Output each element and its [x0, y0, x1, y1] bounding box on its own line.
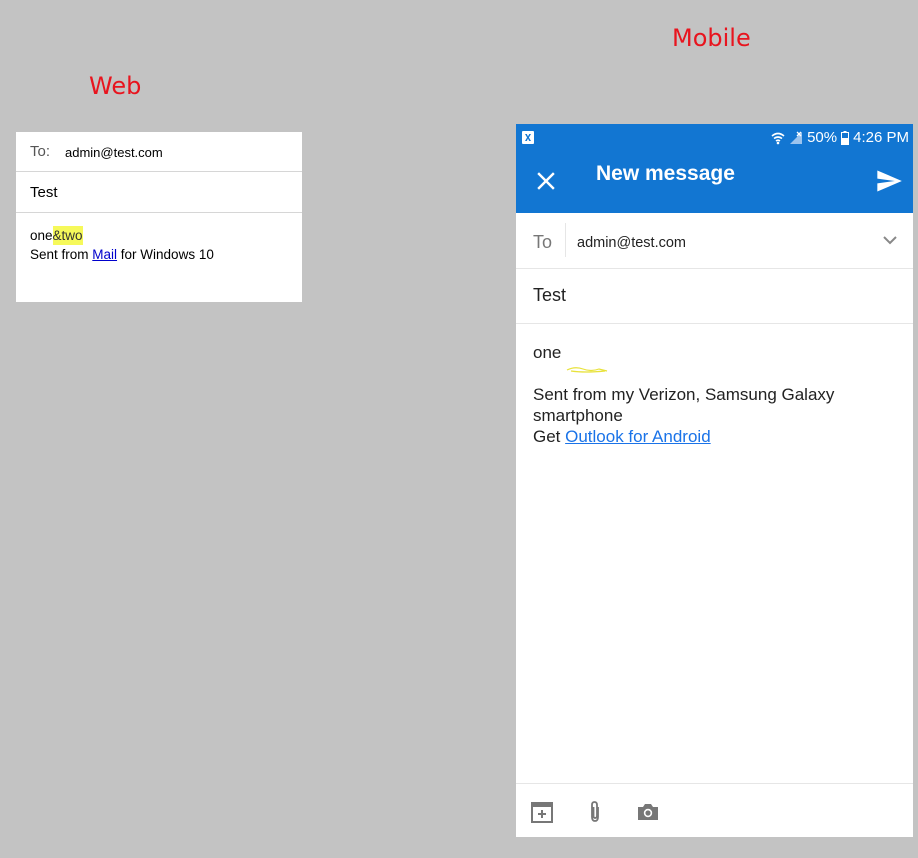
send-icon[interactable] — [875, 167, 903, 195]
camera-icon[interactable] — [636, 800, 660, 824]
signal-icon — [790, 131, 803, 144]
mobile-compose-screen: 50% 4:26 PM New message To admin@test.co… — [516, 124, 913, 837]
mobile-caption: Mobile — [672, 24, 751, 52]
web-to-recipient[interactable]: admin@test.com — [65, 145, 163, 160]
notification-icon — [522, 131, 534, 144]
get-prefix: Get — [533, 427, 566, 446]
mobile-subject-row[interactable]: Test — [516, 269, 913, 324]
status-bar: 50% 4:26 PM — [516, 124, 913, 152]
clock: 4:26 PM — [853, 129, 909, 146]
web-to-row[interactable]: To: admin@test.com — [16, 132, 302, 172]
web-caption: Web — [89, 72, 142, 100]
close-icon[interactable] — [534, 169, 558, 193]
signature-line-2: smartphone — [533, 406, 623, 425]
outlook-android-link[interactable]: Outlook for Android — [565, 427, 711, 446]
mobile-body-text: one — [533, 343, 562, 362]
web-body-highlight: &two — [52, 226, 83, 245]
mobile-to-recipient[interactable]: admin@test.com — [577, 235, 686, 251]
mail-link[interactable]: Mail — [92, 247, 117, 262]
to-divider — [565, 223, 566, 257]
compose-toolbar — [516, 783, 913, 837]
ink-mark — [566, 367, 608, 373]
battery-icon — [841, 130, 850, 145]
web-signature-prefix: Sent from — [30, 247, 93, 262]
web-subject-row[interactable]: Test — [16, 172, 302, 213]
mobile-to-row[interactable]: To admin@test.com — [516, 213, 913, 269]
mobile-body[interactable]: one Sent from my Verizon, Samsung Galaxy… — [533, 342, 903, 447]
mobile-to-label: To — [533, 232, 553, 252]
attachment-icon[interactable] — [583, 800, 607, 824]
web-body[interactable]: one&two Sent from Mail for Windows 10 — [30, 226, 214, 264]
page-title: New message — [596, 162, 735, 185]
battery-percent: 50% — [807, 129, 838, 146]
chevron-down-icon[interactable] — [881, 233, 899, 247]
signature-line-1: Sent from my Verizon, Samsung Galaxy — [533, 385, 835, 404]
wifi-icon — [771, 132, 785, 144]
web-to-label: To: — [30, 143, 51, 160]
web-body-text: one — [30, 228, 53, 243]
web-subject[interactable]: Test — [30, 184, 58, 201]
add-event-icon[interactable] — [530, 800, 554, 824]
web-signature-suffix: for Windows 10 — [117, 247, 214, 262]
app-bar: New message — [516, 152, 913, 213]
mobile-subject[interactable]: Test — [533, 285, 566, 306]
web-compose-panel: To: admin@test.com Test one&two Sent fro… — [16, 132, 302, 302]
